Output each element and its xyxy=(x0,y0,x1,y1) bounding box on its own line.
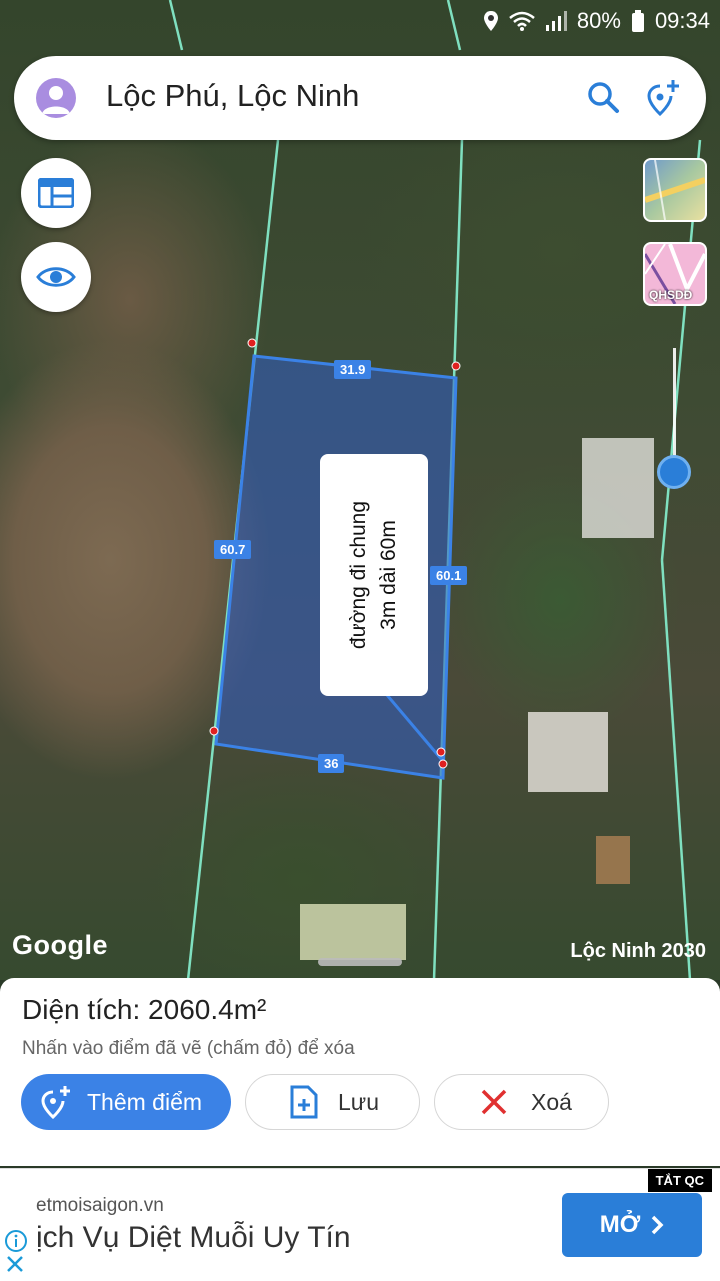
delete-label: Xoá xyxy=(531,1088,572,1115)
vertex-point[interactable] xyxy=(438,759,448,769)
note-line-2: 3m dài 60m xyxy=(377,520,400,630)
map-thumbnail-icon xyxy=(645,160,705,220)
vertex-point[interactable] xyxy=(436,747,446,757)
user-icon xyxy=(42,86,70,114)
add-location-icon[interactable] xyxy=(646,78,680,116)
location-icon xyxy=(483,11,498,31)
building xyxy=(528,712,608,792)
ad-domain: etmoisaigon.vn xyxy=(36,1195,164,1216)
edge-label-right: 60.1 xyxy=(430,566,468,585)
add-point-button[interactable]: Thêm điểm xyxy=(21,1074,231,1130)
measurement-panel: Diện tích: 2060.4m² Nhấn vào điểm đã vẽ … xyxy=(0,978,720,1166)
location-title: Lộc Phú, Lộc Ninh xyxy=(106,78,360,113)
delete-button[interactable]: Xoá xyxy=(434,1074,609,1130)
table-icon xyxy=(38,178,74,208)
status-bar: 80% 09:34 xyxy=(0,0,720,46)
ad-title: ịch Vụ Diệt Muỗi Uy Tín xyxy=(36,1221,351,1254)
edge-label-top: 31.9 xyxy=(334,360,372,379)
map-caption: Lộc Ninh 2030 xyxy=(570,940,706,962)
ad-banner[interactable]: TẮT QC etmoisaigon.vn ịch Vụ Diệt Muỗi U… xyxy=(0,1168,720,1281)
map-note: đường đi chung 3m dài 60m xyxy=(320,454,428,696)
ad-off-badge[interactable]: TẮT QC xyxy=(647,1169,712,1192)
save-label: Lưu xyxy=(338,1088,379,1115)
visibility-button[interactable] xyxy=(21,242,91,312)
eye-icon xyxy=(36,267,76,287)
vertex-point[interactable] xyxy=(451,361,461,371)
planning-layer-toggle[interactable]: QHSDĐ xyxy=(643,242,707,306)
ad-open-button[interactable]: MỞ xyxy=(562,1193,702,1257)
opacity-slider-knob[interactable] xyxy=(657,455,691,489)
close-icon[interactable] xyxy=(6,1255,24,1273)
building xyxy=(300,904,406,960)
search-bar[interactable]: Lộc Phú, Lộc Ninh xyxy=(14,56,706,140)
add-location-icon xyxy=(41,1086,70,1119)
google-logo: Google xyxy=(12,930,108,960)
battery-icon xyxy=(631,10,644,32)
building xyxy=(582,438,654,538)
layer-badge: QHSDĐ xyxy=(649,288,693,302)
panel-drag-handle[interactable] xyxy=(318,958,402,966)
edge-label-left: 60.7 xyxy=(214,540,252,559)
wifi-icon xyxy=(509,11,535,31)
structure xyxy=(596,836,630,884)
vertex-point[interactable] xyxy=(247,338,257,348)
map-view[interactable]: 31.9 60.7 60.1 36 đường đi chung 3m dài … xyxy=(0,0,720,980)
search-icon[interactable] xyxy=(586,80,620,114)
edge-label-bottom: 36 xyxy=(318,754,345,773)
battery-percent: 80% xyxy=(576,8,621,33)
add-point-label: Thêm điểm xyxy=(87,1088,203,1115)
save-button[interactable]: Lưu xyxy=(245,1074,420,1130)
signal-icon xyxy=(545,11,567,31)
base-map-layer-toggle[interactable] xyxy=(643,158,707,222)
ad-open-label: MỞ xyxy=(599,1211,641,1238)
area-label: Diện tích: 2060.4m² xyxy=(22,994,267,1025)
note-line-1: đường đi chung xyxy=(347,500,370,650)
chevron-right-icon xyxy=(651,1215,664,1235)
vertex-point[interactable] xyxy=(209,726,219,736)
info-icon[interactable] xyxy=(4,1229,28,1253)
clock: 09:34 xyxy=(654,8,710,33)
hint-text: Nhấn vào điểm đã vẽ (chấm đỏ) để xóa xyxy=(22,1038,355,1059)
avatar[interactable] xyxy=(36,78,76,118)
layers-table-button[interactable] xyxy=(21,158,91,228)
file-add-icon xyxy=(290,1085,318,1119)
close-icon xyxy=(481,1089,507,1115)
